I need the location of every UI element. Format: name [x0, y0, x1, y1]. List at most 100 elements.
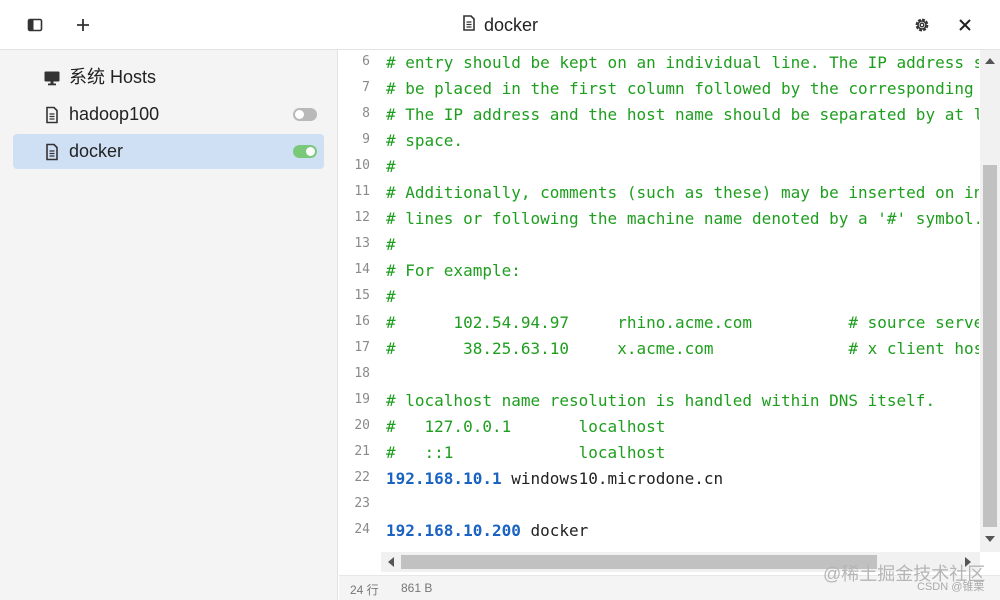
line-code: # entry should be kept on an individual … [386, 53, 979, 72]
line-number: 11 [354, 184, 370, 199]
line-code: # [386, 287, 396, 306]
sidebar-item-system-hosts[interactable]: 系统 Hosts [13, 60, 324, 95]
comment-text: # [386, 287, 396, 306]
scroll-down-arrow-icon[interactable] [985, 536, 995, 542]
line-code: # [386, 157, 396, 176]
comment-text: # be placed in the first column followed… [386, 79, 974, 98]
line-number: 17 [354, 340, 370, 355]
line-code: # space. [386, 131, 463, 150]
line-number: 12 [354, 210, 370, 225]
editor-line[interactable]: 22 192.168.10.1 windows10.microdone.cn [339, 467, 979, 493]
comment-text: # 127.0.0.1 localhost [386, 417, 666, 436]
editor-line[interactable]: 21 # ::1 localhost [339, 441, 979, 467]
line-code: # For example: [386, 261, 521, 280]
line-code: # The IP address and the host name shoul… [386, 105, 979, 124]
toggle-knob [295, 110, 304, 119]
editor-line[interactable]: 12 # lines or following the machine name … [339, 207, 979, 233]
sidebar-item-docker[interactable]: docker [13, 134, 324, 169]
file-size: 861 B [401, 581, 433, 595]
line-code: # [386, 235, 396, 254]
line-code: # ::1 localhost [386, 443, 665, 462]
document-icon [462, 14, 476, 36]
line-number: 7 [362, 80, 370, 95]
editor-line[interactable]: 16 # 102.54.94.97 rhino.acme.com # source… [339, 311, 979, 337]
sidebar-item-label: 系统 Hosts [69, 67, 157, 87]
document-icon [43, 143, 61, 161]
line-number: 13 [354, 236, 370, 251]
comment-text: # Additionally, comments (such as these)… [386, 183, 979, 202]
editor-line[interactable]: 13 # [339, 233, 979, 259]
line-code: # localhost name resolution is handled w… [386, 391, 935, 410]
comment-text: # space. [386, 131, 464, 150]
line-number: 19 [354, 392, 370, 407]
editor-line[interactable]: 6 # entry should be kept on an individual… [339, 51, 979, 77]
close-icon[interactable] [950, 10, 980, 40]
horizontal-scroll-thumb[interactable] [401, 555, 877, 569]
vertical-scroll-thumb[interactable] [983, 165, 997, 527]
line-code: 192.168.10.1 windows10.microdone.cn [386, 469, 723, 488]
comment-text: # 38.25.63.10 x.acme.com # x client hos [386, 339, 979, 358]
comment-text: # ::1 localhost [386, 443, 666, 462]
document-icon [43, 106, 61, 124]
editor-line[interactable]: 14 # For example: [339, 259, 979, 285]
vertical-scrollbar[interactable] [980, 50, 1000, 552]
line-count: 24 行 [350, 583, 379, 597]
line-number: 10 [354, 158, 370, 173]
scroll-left-arrow-icon[interactable] [388, 557, 394, 567]
line-code: 192.168.10.200 docker [386, 521, 588, 540]
editor-line[interactable]: 23 [339, 493, 979, 519]
line-code: # lines or following the machine name de… [386, 209, 979, 228]
ip-address: 192.168.10.200 [386, 521, 521, 540]
editor-line[interactable]: 10 # [339, 155, 979, 181]
hostname: windows10.microdone.cn [501, 469, 724, 488]
sidebar-item-hadoop100[interactable]: hadoop100 [13, 97, 324, 132]
line-number: 8 [362, 106, 370, 121]
window-title: docker [0, 0, 1000, 50]
line-number: 14 [354, 262, 370, 277]
editor-line[interactable]: 9 # space. [339, 129, 979, 155]
hosts-editor[interactable]: 6 # entry should be kept on an individual… [339, 50, 1000, 575]
line-number: 15 [354, 288, 370, 303]
title-bar: docker [0, 0, 1000, 50]
comment-text: # entry should be kept on an individual … [386, 53, 979, 72]
sidebar-panel-icon[interactable] [20, 10, 50, 40]
line-number: 6 [362, 54, 370, 69]
line-code: # 127.0.0.1 localhost [386, 417, 665, 436]
editor-line[interactable]: 18 [339, 363, 979, 389]
editor-line[interactable]: 24 192.168.10.200 docker [339, 519, 979, 545]
gear-icon[interactable] [907, 10, 937, 40]
line-code: # 102.54.94.97 rhino.acme.com # source s… [386, 313, 979, 332]
line-code: # Additionally, comments (such as these)… [386, 183, 979, 202]
comment-text: # For example: [386, 261, 521, 280]
comment-text: # lines or following the machine name de… [386, 209, 979, 228]
ip-address: 192.168.10.1 [386, 469, 502, 488]
editor-line[interactable]: 17 # 38.25.63.10 x.acme.com # x client ho… [339, 337, 979, 363]
line-code: # 38.25.63.10 x.acme.com # x client hos [386, 339, 979, 358]
window-title-text: docker [483, 14, 539, 35]
editor-line[interactable]: 15 # [339, 285, 979, 311]
line-number: 16 [354, 314, 370, 329]
watermark-sub: CSDN @锥栗 [917, 581, 985, 593]
comment-text: # localhost name resolution is handled w… [386, 391, 936, 410]
line-number: 9 [362, 132, 370, 147]
comment-text: # The IP address and the host name shoul… [386, 105, 979, 124]
comment-text: # [386, 235, 396, 254]
editor-line[interactable]: 7 # be placed in the first column followe… [339, 77, 979, 103]
sidebar-item-label: hadoop100 [69, 104, 160, 124]
editor-line[interactable]: 11 # Additionally, comments (such as thes… [339, 181, 979, 207]
comment-text: # 102.54.94.97 rhino.acme.com # source s… [386, 313, 979, 332]
line-number: 22 [354, 470, 370, 485]
toggle-knob [306, 147, 315, 156]
editor-line[interactable]: 20 # 127.0.0.1 localhost [339, 415, 979, 441]
plus-icon[interactable] [68, 10, 98, 40]
sidebar-item-label: docker [69, 141, 124, 161]
line-number: 21 [354, 444, 370, 459]
scroll-up-arrow-icon[interactable] [985, 58, 995, 64]
editor-line[interactable]: 19 # localhost name resolution is handled… [339, 389, 979, 415]
line-number: 24 [354, 522, 370, 537]
line-number: 23 [354, 496, 370, 511]
docker-toggle[interactable] [293, 145, 317, 158]
editor-line[interactable]: 8 # The IP address and the host name shou… [339, 103, 979, 129]
hadoop100-toggle[interactable] [293, 108, 317, 121]
monitor-icon [43, 69, 61, 87]
